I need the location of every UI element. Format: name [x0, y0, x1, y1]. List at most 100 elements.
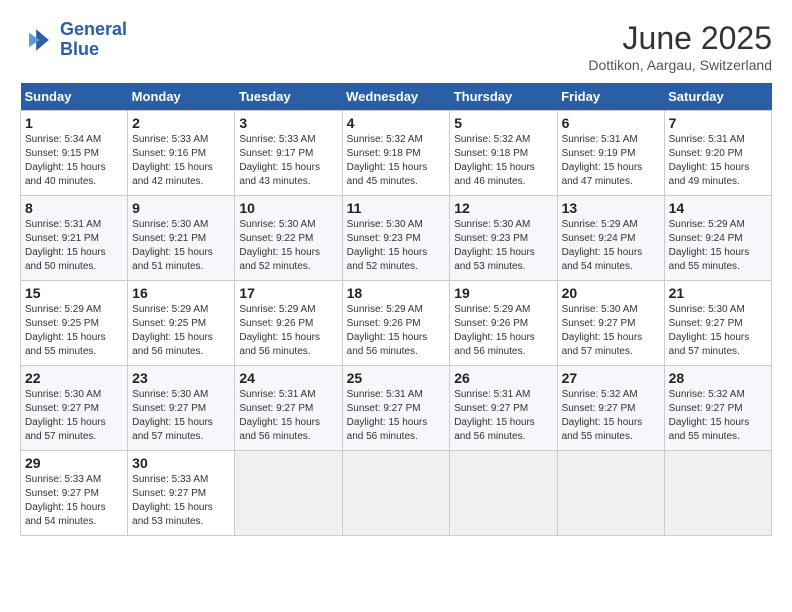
weekday-header-row: Sunday Monday Tuesday Wednesday Thursday… [21, 83, 772, 111]
day-number: 11 [347, 200, 446, 216]
calendar-cell: 30 Sunrise: 5:33 AMSunset: 9:27 PMDaylig… [128, 451, 235, 536]
day-number: 22 [25, 370, 123, 386]
day-info: Sunrise: 5:33 AMSunset: 9:17 PMDaylight:… [239, 134, 320, 187]
calendar-cell: 15 Sunrise: 5:29 AMSunset: 9:25 PMDaylig… [21, 281, 128, 366]
calendar-cell: 21 Sunrise: 5:30 AMSunset: 9:27 PMDaylig… [664, 281, 771, 366]
day-info: Sunrise: 5:31 AMSunset: 9:27 PMDaylight:… [347, 389, 428, 442]
day-number: 23 [132, 370, 230, 386]
calendar-cell: 4 Sunrise: 5:32 AMSunset: 9:18 PMDayligh… [342, 111, 450, 196]
calendar-cell: 20 Sunrise: 5:30 AMSunset: 9:27 PMDaylig… [557, 281, 664, 366]
day-number: 19 [454, 285, 552, 301]
day-info: Sunrise: 5:30 AMSunset: 9:27 PMDaylight:… [669, 304, 750, 357]
day-info: Sunrise: 5:29 AMSunset: 9:26 PMDaylight:… [454, 304, 535, 357]
calendar-cell: 24 Sunrise: 5:31 AMSunset: 9:27 PMDaylig… [235, 366, 342, 451]
calendar-week-row: 22 Sunrise: 5:30 AMSunset: 9:27 PMDaylig… [21, 366, 772, 451]
day-number: 2 [132, 115, 230, 131]
calendar-cell: 9 Sunrise: 5:30 AMSunset: 9:21 PMDayligh… [128, 196, 235, 281]
header-sunday: Sunday [21, 83, 128, 111]
calendar-week-row: 1 Sunrise: 5:34 AMSunset: 9:15 PMDayligh… [21, 111, 772, 196]
day-info: Sunrise: 5:31 AMSunset: 9:27 PMDaylight:… [239, 389, 320, 442]
calendar-cell: 28 Sunrise: 5:32 AMSunset: 9:27 PMDaylig… [664, 366, 771, 451]
calendar-week-row: 15 Sunrise: 5:29 AMSunset: 9:25 PMDaylig… [21, 281, 772, 366]
day-info: Sunrise: 5:29 AMSunset: 9:24 PMDaylight:… [562, 219, 643, 272]
day-number: 17 [239, 285, 337, 301]
day-info: Sunrise: 5:33 AMSunset: 9:16 PMDaylight:… [132, 134, 213, 187]
day-number: 1 [25, 115, 123, 131]
header-friday: Friday [557, 83, 664, 111]
logo-icon [20, 22, 56, 58]
calendar-table: Sunday Monday Tuesday Wednesday Thursday… [20, 83, 772, 536]
day-info: Sunrise: 5:29 AMSunset: 9:25 PMDaylight:… [132, 304, 213, 357]
day-number: 3 [239, 115, 337, 131]
day-info: Sunrise: 5:30 AMSunset: 9:27 PMDaylight:… [25, 389, 106, 442]
header-wednesday: Wednesday [342, 83, 450, 111]
day-info: Sunrise: 5:31 AMSunset: 9:21 PMDaylight:… [25, 219, 106, 272]
header-thursday: Thursday [450, 83, 557, 111]
day-number: 18 [347, 285, 446, 301]
day-info: Sunrise: 5:30 AMSunset: 9:27 PMDaylight:… [132, 389, 213, 442]
day-number: 4 [347, 115, 446, 131]
day-info: Sunrise: 5:32 AMSunset: 9:27 PMDaylight:… [562, 389, 643, 442]
calendar-cell [450, 451, 557, 536]
calendar-cell: 18 Sunrise: 5:29 AMSunset: 9:26 PMDaylig… [342, 281, 450, 366]
day-number: 24 [239, 370, 337, 386]
calendar-week-row: 29 Sunrise: 5:33 AMSunset: 9:27 PMDaylig… [21, 451, 772, 536]
day-number: 8 [25, 200, 123, 216]
header-saturday: Saturday [664, 83, 771, 111]
day-number: 25 [347, 370, 446, 386]
day-info: Sunrise: 5:30 AMSunset: 9:22 PMDaylight:… [239, 219, 320, 272]
calendar-cell: 23 Sunrise: 5:30 AMSunset: 9:27 PMDaylig… [128, 366, 235, 451]
calendar-cell: 16 Sunrise: 5:29 AMSunset: 9:25 PMDaylig… [128, 281, 235, 366]
calendar-cell [557, 451, 664, 536]
day-number: 10 [239, 200, 337, 216]
logo-text: General Blue [60, 20, 127, 60]
calendar-cell: 12 Sunrise: 5:30 AMSunset: 9:23 PMDaylig… [450, 196, 557, 281]
day-number: 21 [669, 285, 767, 301]
day-info: Sunrise: 5:29 AMSunset: 9:24 PMDaylight:… [669, 219, 750, 272]
calendar-cell: 22 Sunrise: 5:30 AMSunset: 9:27 PMDaylig… [21, 366, 128, 451]
day-number: 16 [132, 285, 230, 301]
day-info: Sunrise: 5:30 AMSunset: 9:27 PMDaylight:… [562, 304, 643, 357]
day-number: 5 [454, 115, 552, 131]
day-info: Sunrise: 5:30 AMSunset: 9:23 PMDaylight:… [454, 219, 535, 272]
day-info: Sunrise: 5:30 AMSunset: 9:21 PMDaylight:… [132, 219, 213, 272]
day-number: 20 [562, 285, 660, 301]
calendar-cell: 25 Sunrise: 5:31 AMSunset: 9:27 PMDaylig… [342, 366, 450, 451]
calendar-cell: 3 Sunrise: 5:33 AMSunset: 9:17 PMDayligh… [235, 111, 342, 196]
calendar-week-row: 8 Sunrise: 5:31 AMSunset: 9:21 PMDayligh… [21, 196, 772, 281]
calendar-cell: 1 Sunrise: 5:34 AMSunset: 9:15 PMDayligh… [21, 111, 128, 196]
header-monday: Monday [128, 83, 235, 111]
day-number: 6 [562, 115, 660, 131]
day-info: Sunrise: 5:33 AMSunset: 9:27 PMDaylight:… [132, 474, 213, 527]
calendar-cell: 11 Sunrise: 5:30 AMSunset: 9:23 PMDaylig… [342, 196, 450, 281]
day-number: 13 [562, 200, 660, 216]
day-number: 28 [669, 370, 767, 386]
day-number: 14 [669, 200, 767, 216]
day-info: Sunrise: 5:32 AMSunset: 9:27 PMDaylight:… [669, 389, 750, 442]
day-number: 30 [132, 455, 230, 471]
title-block: June 2025 Dottikon, Aargau, Switzerland [588, 20, 772, 73]
calendar-cell [235, 451, 342, 536]
calendar-cell: 5 Sunrise: 5:32 AMSunset: 9:18 PMDayligh… [450, 111, 557, 196]
calendar-cell: 14 Sunrise: 5:29 AMSunset: 9:24 PMDaylig… [664, 196, 771, 281]
calendar-cell: 13 Sunrise: 5:29 AMSunset: 9:24 PMDaylig… [557, 196, 664, 281]
day-info: Sunrise: 5:33 AMSunset: 9:27 PMDaylight:… [25, 474, 106, 527]
day-number: 12 [454, 200, 552, 216]
day-info: Sunrise: 5:29 AMSunset: 9:26 PMDaylight:… [347, 304, 428, 357]
day-number: 29 [25, 455, 123, 471]
calendar-cell [664, 451, 771, 536]
day-info: Sunrise: 5:31 AMSunset: 9:27 PMDaylight:… [454, 389, 535, 442]
day-info: Sunrise: 5:29 AMSunset: 9:26 PMDaylight:… [239, 304, 320, 357]
calendar-cell: 6 Sunrise: 5:31 AMSunset: 9:19 PMDayligh… [557, 111, 664, 196]
day-number: 7 [669, 115, 767, 131]
day-info: Sunrise: 5:32 AMSunset: 9:18 PMDaylight:… [347, 134, 428, 187]
calendar-cell [342, 451, 450, 536]
day-number: 15 [25, 285, 123, 301]
calendar-cell: 27 Sunrise: 5:32 AMSunset: 9:27 PMDaylig… [557, 366, 664, 451]
location: Dottikon, Aargau, Switzerland [588, 57, 772, 73]
month-title: June 2025 [588, 20, 772, 57]
calendar-cell: 7 Sunrise: 5:31 AMSunset: 9:20 PMDayligh… [664, 111, 771, 196]
calendar-cell: 10 Sunrise: 5:30 AMSunset: 9:22 PMDaylig… [235, 196, 342, 281]
header-tuesday: Tuesday [235, 83, 342, 111]
day-info: Sunrise: 5:31 AMSunset: 9:20 PMDaylight:… [669, 134, 750, 187]
